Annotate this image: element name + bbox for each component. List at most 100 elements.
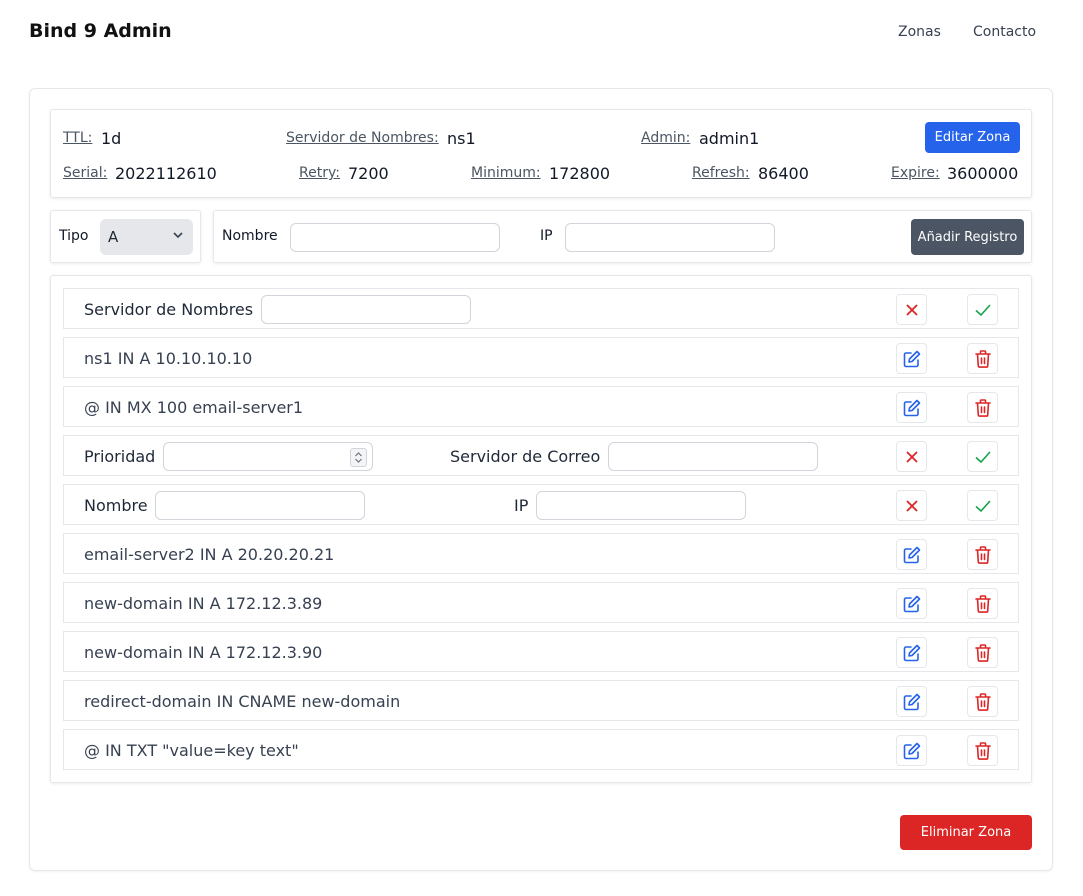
record-text: email-server2 IN A 20.20.20.21	[84, 545, 335, 564]
admin-value: admin1	[699, 129, 760, 148]
delete-record-button[interactable]	[967, 392, 998, 423]
record-row: @ IN TXT "value=key text"	[63, 729, 1019, 770]
pencil-square-icon	[903, 399, 920, 416]
edit-record-button[interactable]	[896, 686, 927, 717]
type-label: Tipo	[59, 228, 89, 244]
admin-label: Admin:	[641, 130, 691, 146]
name-input[interactable]	[290, 223, 500, 252]
record-text: redirect-domain IN CNAME new-domain	[84, 692, 401, 711]
delete-record-button[interactable]	[967, 588, 998, 619]
delete-record-button[interactable]	[967, 637, 998, 668]
minimum-value: 172800	[549, 164, 611, 183]
edit-record-button[interactable]	[896, 735, 927, 766]
minimum-label: Minimum:	[471, 165, 541, 181]
record-edit-row-ns: Servidor de Nombres	[63, 288, 1019, 329]
record-edit-row-a: Nombre IP	[63, 484, 1019, 525]
x-icon	[905, 499, 918, 512]
priority-input[interactable]	[163, 442, 373, 471]
serial-label: Serial:	[63, 165, 108, 181]
cancel-button[interactable]	[896, 441, 927, 472]
record-name-input[interactable]	[155, 491, 365, 520]
serial-value: 2022112610	[115, 164, 217, 183]
pencil-square-icon	[903, 644, 920, 661]
number-spinner[interactable]	[350, 448, 367, 467]
check-icon	[974, 499, 991, 512]
record-row: redirect-domain IN CNAME new-domain	[63, 680, 1019, 721]
trash-icon	[974, 398, 991, 417]
ttl-label: TTL:	[63, 130, 93, 146]
mail-server-input[interactable]	[608, 442, 818, 471]
name-label: Nombre	[222, 228, 278, 244]
cancel-button[interactable]	[896, 490, 927, 521]
cancel-button[interactable]	[896, 294, 927, 325]
expire-value: 3600000	[947, 164, 1019, 183]
edit-record-button[interactable]	[896, 539, 927, 570]
trash-icon	[974, 594, 991, 613]
edit-record-button[interactable]	[896, 637, 927, 668]
delete-record-button[interactable]	[967, 539, 998, 570]
record-type-panel: Tipo A	[50, 210, 201, 263]
nameserver-value: ns1	[447, 129, 476, 148]
ttl-value: 1d	[101, 129, 122, 148]
delete-record-button[interactable]	[967, 343, 998, 374]
nav-link-contacto[interactable]: Contacto	[973, 24, 1036, 40]
priority-label: Prioridad	[84, 447, 156, 466]
delete-zone-button[interactable]: Eliminar Zona	[900, 815, 1032, 850]
ip-label: IP	[540, 228, 553, 244]
ip-input[interactable]	[565, 223, 775, 252]
record-name-label: Nombre	[84, 496, 148, 515]
trash-icon	[974, 741, 991, 760]
type-select-value: A	[108, 228, 119, 246]
record-text: @ IN MX 100 email-server1	[84, 398, 304, 417]
edit-record-button[interactable]	[896, 588, 927, 619]
edit-record-button[interactable]	[896, 392, 927, 423]
edit-zone-button[interactable]: Editar Zona	[925, 122, 1020, 153]
delete-record-button[interactable]	[967, 686, 998, 717]
app-title: Bind 9 Admin	[29, 20, 172, 42]
record-row: new-domain IN A 172.12.3.89	[63, 582, 1019, 623]
add-record-panel: Nombre IP Añadir Registro	[213, 210, 1032, 263]
check-icon	[974, 303, 991, 316]
delete-record-button[interactable]	[967, 735, 998, 766]
type-select[interactable]: A	[100, 219, 193, 255]
expire-label: Expire:	[891, 165, 940, 181]
trash-icon	[974, 692, 991, 711]
record-row: email-server2 IN A 20.20.20.21	[63, 533, 1019, 574]
trash-icon	[974, 545, 991, 564]
record-edit-row-mx: Prioridad Servidor de Correo	[63, 435, 1019, 476]
confirm-button[interactable]	[967, 441, 998, 472]
pencil-square-icon	[903, 595, 920, 612]
refresh-value: 86400	[758, 164, 809, 183]
x-icon	[905, 450, 918, 463]
pencil-square-icon	[903, 546, 920, 563]
record-text: ns1 IN A 10.10.10.10	[84, 349, 253, 368]
confirm-button[interactable]	[967, 294, 998, 325]
pencil-square-icon	[903, 350, 920, 367]
nav-link-zonas[interactable]: Zonas	[898, 24, 941, 40]
x-icon	[905, 303, 918, 316]
record-text: new-domain IN A 172.12.3.89	[84, 594, 323, 613]
nameserver-label: Servidor de Nombres:	[286, 130, 439, 146]
chevron-down-icon	[173, 232, 183, 239]
check-icon	[974, 450, 991, 463]
pencil-square-icon	[903, 742, 920, 759]
nameserver-input[interactable]	[261, 295, 471, 324]
retry-value: 7200	[348, 164, 389, 183]
record-row: new-domain IN A 172.12.3.90	[63, 631, 1019, 672]
confirm-button[interactable]	[967, 490, 998, 521]
add-record-button[interactable]: Añadir Registro	[911, 219, 1024, 255]
soa-panel: TTL: 1d Servidor de Nombres: ns1 Admin: …	[50, 109, 1032, 198]
record-ip-label: IP	[514, 496, 529, 515]
spinner-arrows-icon	[355, 452, 362, 463]
trash-icon	[974, 349, 991, 368]
record-row: ns1 IN A 10.10.10.10	[63, 337, 1019, 378]
edit-record-button[interactable]	[896, 343, 927, 374]
pencil-square-icon	[903, 693, 920, 710]
record-text: @ IN TXT "value=key text"	[84, 741, 299, 760]
nameserver-field-label: Servidor de Nombres	[84, 300, 254, 319]
refresh-label: Refresh:	[692, 165, 750, 181]
record-text: new-domain IN A 172.12.3.90	[84, 643, 323, 662]
record-ip-input[interactable]	[536, 491, 746, 520]
trash-icon	[974, 643, 991, 662]
mail-server-label: Servidor de Correo	[450, 447, 601, 466]
